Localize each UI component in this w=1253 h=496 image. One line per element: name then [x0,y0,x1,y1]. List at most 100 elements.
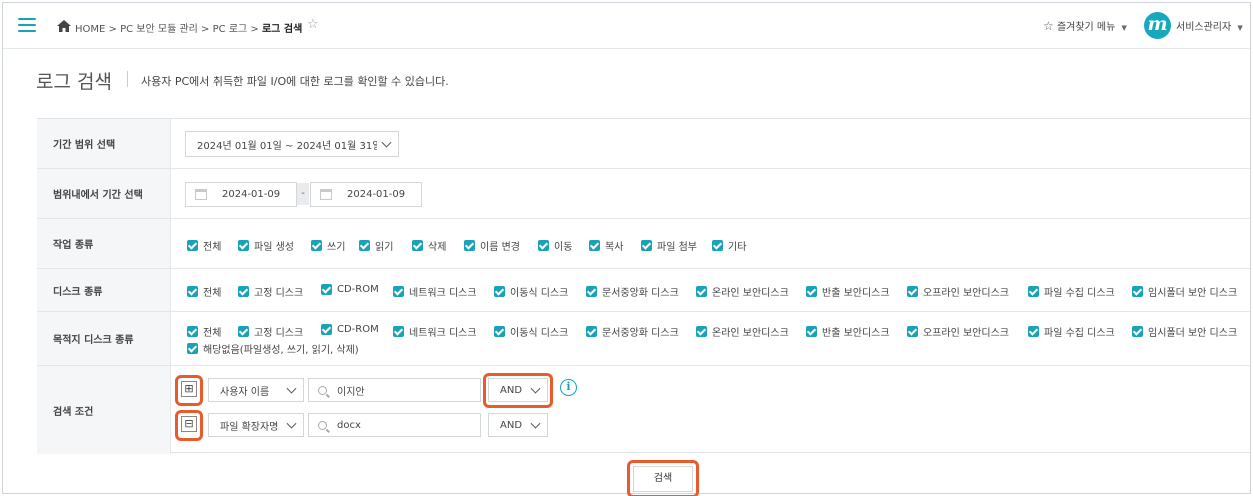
row-job-type: 작업 종류 전체 파일 생성 쓰기 읽기 삭제 이름 변경 이동 복사 파일 첨… [37,219,1250,269]
job-checkbox[interactable]: 전체 [187,238,221,253]
condition-value-input[interactable]: docx [308,413,481,437]
checkbox-checked-icon [187,343,198,354]
label-job-type: 작업 종류 [37,219,171,268]
checkbox-checked-icon [187,240,198,251]
checkbox-checked-icon [641,240,652,251]
checkbox-checked-icon [238,240,249,251]
breadcrumb-pc-module[interactable]: PC 보안 모듈 관리 [120,24,198,35]
checkbox-checked-icon [321,324,332,335]
checkbox-checked-icon [1132,286,1143,297]
checkbox-checked-icon [187,286,198,297]
job-checkbox[interactable]: 기타 [712,238,746,253]
breadcrumb-home[interactable]: HOME [75,24,105,35]
dest-disk-checkbox[interactable]: 임시폴더 보안 디스크 [1132,324,1237,339]
checkbox-checked-icon [187,326,198,337]
add-condition-button[interactable]: ⊞ [181,381,197,397]
job-checkbox[interactable]: 읽기 [359,238,393,253]
checkbox-checked-icon [586,286,597,297]
breadcrumb: HOME > PC 보안 모듈 관리 > PC 로그 > 로그 검색 [75,24,303,35]
chevron-down-icon [530,418,541,429]
dest-disk-checkbox[interactable]: 전체 [187,324,221,339]
checkbox-checked-icon [393,326,404,337]
checkbox-checked-icon [907,326,918,337]
disk-checkbox[interactable]: 이동식 디스크 [494,284,568,299]
title-divider [127,71,128,87]
disk-checkbox[interactable]: 온라인 보안디스크 [696,284,789,299]
period-range-select[interactable]: 2024년 01월 01일 ~ 2024년 01월 31일 [185,131,399,157]
checkbox-checked-icon [494,326,505,337]
search-form: 기간 범위 선택 2024년 01월 01일 ~ 2024년 01월 31일 범… [37,118,1250,454]
disk-checkbox[interactable]: 고정 디스크 [238,284,303,299]
row-disk-type: 디스크 종류 전체 고정 디스크 CD-ROM 네트워크 디스크 이동식 디스크… [37,269,1250,312]
dest-disk-checkbox[interactable]: 이동식 디스크 [494,324,568,339]
page-description: 사용자 PC에서 취득한 파일 I/O에 대한 로그를 확인할 수 있습니다. [141,75,449,88]
dest-disk-checkbox[interactable]: 반출 보안디스크 [806,324,890,339]
page-title: 로그 검색 [36,71,112,93]
job-checkbox[interactable]: 파일 생성 [238,238,294,253]
start-date-field[interactable]: 2024-01-09 [185,182,297,207]
date-range-dash: - [297,183,309,205]
search-icon [318,385,327,395]
home-icon[interactable] [56,19,72,33]
label-period-range: 기간 범위 선택 [37,119,171,168]
favorites-menu[interactable]: ☆ 즐겨찾기 메뉴 ▼ [1043,18,1127,33]
dest-disk-checkbox[interactable]: CD-ROM [321,324,379,335]
info-icon[interactable]: i [560,379,577,396]
checkbox-checked-icon [806,286,817,297]
checkbox-checked-icon [311,240,322,251]
dest-disk-checkbox[interactable]: 온라인 보안디스크 [696,324,789,339]
user-menu[interactable]: 서비스관리자 ▼ [1176,18,1243,33]
disk-checkbox[interactable]: 네트워크 디스크 [393,284,477,299]
chevron-down-icon [286,418,297,429]
job-checkbox[interactable]: 복사 [589,238,623,253]
breadcrumb-pc-log[interactable]: PC 로그 [213,24,248,35]
disk-checkbox[interactable]: 반출 보안디스크 [806,284,890,299]
dest-disk-checkbox[interactable]: 네트워크 디스크 [393,324,477,339]
search-button[interactable]: 검색 [633,466,693,492]
row-period-range: 기간 범위 선택 2024년 01월 01일 ~ 2024년 01월 31일 [37,119,1250,169]
search-icon [318,420,327,430]
disk-checkbox[interactable]: 전체 [187,284,221,299]
disk-checkbox[interactable]: CD-ROM [321,284,379,295]
checkbox-checked-icon [538,240,549,251]
favorites-star-icon: ☆ [1043,19,1054,33]
job-checkbox[interactable]: 쓰기 [311,238,345,253]
dest-disk-checkbox-none[interactable]: 해당없음(파일생성, 쓰기, 읽기, 삭제) [187,341,359,356]
label-disk-type: 디스크 종류 [37,269,171,311]
menu-icon[interactable] [18,18,36,32]
remove-condition-button[interactable]: ⊟ [181,416,197,432]
condition-field-select[interactable]: 파일 확장자명 [208,413,304,437]
dest-disk-checkbox[interactable]: 고정 디스크 [238,324,303,339]
job-checkbox[interactable]: 파일 첨부 [641,238,697,253]
checkbox-checked-icon [359,240,370,251]
condition-field-select[interactable]: 사용자 이름 [208,378,304,402]
disk-checkbox[interactable]: 오프라인 보안디스크 [907,284,1009,299]
checkbox-checked-icon [412,240,423,251]
disk-checkbox[interactable]: 파일 수집 디스크 [1028,284,1115,299]
disk-checkbox[interactable]: 임시폴더 보안 디스크 [1132,284,1237,299]
job-checkbox[interactable]: 이름 변경 [464,238,520,253]
condition-value-input[interactable]: 이지안 [308,378,481,402]
job-checkbox[interactable]: 이동 [538,238,572,253]
dest-disk-checkbox[interactable]: 파일 수집 디스크 [1028,324,1115,339]
checkbox-checked-icon [712,240,723,251]
checkbox-checked-icon [238,326,249,337]
condition-operator-select[interactable]: AND [488,413,548,437]
label-conditions: 검색 조건 [37,366,171,454]
breadcrumb-current: 로그 검색 [261,24,303,35]
disk-checkbox[interactable]: 문서중앙화 디스크 [586,284,679,299]
checkbox-checked-icon [321,284,332,295]
checkbox-checked-icon [696,326,707,337]
job-checkbox[interactable]: 삭제 [412,238,446,253]
dest-disk-checkbox[interactable]: 문서중앙화 디스크 [586,324,679,339]
dest-disk-checkbox[interactable]: 오프라인 보안디스크 [907,324,1009,339]
avatar[interactable]: m [1144,12,1171,39]
checkbox-checked-icon [696,286,707,297]
star-outline-icon[interactable]: ☆ [307,17,319,32]
end-date-field[interactable]: 2024-01-09 [310,182,422,207]
checkbox-checked-icon [907,286,918,297]
app-frame: HOME > PC 보안 모듈 관리 > PC 로그 > 로그 검색 ☆ ☆ 즐… [2,2,1251,496]
checkbox-checked-icon [238,286,249,297]
chevron-down-icon [381,137,392,148]
condition-operator-select[interactable]: AND [488,378,548,402]
